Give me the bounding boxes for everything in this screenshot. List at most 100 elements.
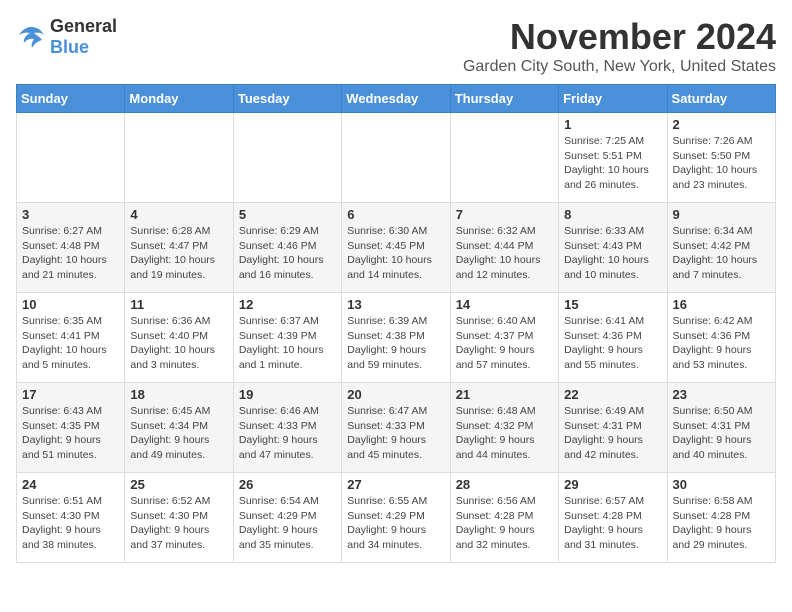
calendar-cell: 26 Sunrise: 6:54 AM Sunset: 4:29 PM Dayli… [233,473,341,563]
day-info: Sunrise: 6:39 AM Sunset: 4:38 PM Dayligh… [347,314,444,373]
calendar-cell: 7Sunrise: 6:32 AM Sunset: 4:44 PM Daylig… [450,203,558,293]
logo-bird-icon [16,25,46,49]
day-info: Sunrise: 6:37 AM Sunset: 4:39 PM Dayligh… [239,314,336,373]
calendar-cell: 20 Sunrise: 6:47 AM Sunset: 4:33 PM Dayli… [342,383,450,473]
calendar-cell: 16 Sunrise: 6:42 AM Sunset: 4:36 PM Dayli… [667,293,775,383]
day-number: 16 [673,297,770,312]
day-number: 14 [456,297,553,312]
day-info: Sunrise: 6:29 AM Sunset: 4:46 PM Dayligh… [239,224,336,283]
day-number: 20 [347,387,444,402]
day-info: Sunrise: 6:54 AM Sunset: 4:29 PM Dayligh… [239,494,336,553]
calendar-cell: 21 Sunrise: 6:48 AM Sunset: 4:32 PM Dayli… [450,383,558,473]
day-info: Sunrise: 6:49 AM Sunset: 4:31 PM Dayligh… [564,404,661,463]
day-number: 11 [130,297,227,312]
calendar-cell: 13 Sunrise: 6:39 AM Sunset: 4:38 PM Dayli… [342,293,450,383]
weekday-header-saturday: Saturday [667,85,775,113]
calendar-cell: 25Sunrise: 6:52 AM Sunset: 4:30 PM Dayli… [125,473,233,563]
day-number: 24 [22,477,119,492]
day-info: Sunrise: 6:27 AM Sunset: 4:48 PM Dayligh… [22,224,119,283]
day-number: 9 [673,207,770,222]
day-number: 21 [456,387,553,402]
day-info: Sunrise: 6:36 AM Sunset: 4:40 PM Dayligh… [130,314,227,373]
weekday-header-thursday: Thursday [450,85,558,113]
calendar-week-2: 3 Sunrise: 6:27 AM Sunset: 4:48 PM Daylig… [17,203,776,293]
weekday-header-monday: Monday [125,85,233,113]
calendar-cell: 9 Sunrise: 6:34 AM Sunset: 4:42 PM Daylig… [667,203,775,293]
logo-blue-text: Blue [50,37,89,57]
calendar-cell [17,113,125,203]
day-info: Sunrise: 6:42 AM Sunset: 4:36 PM Dayligh… [673,314,770,373]
day-number: 7 [456,207,553,222]
header: General Blue November 2024 Garden City S… [16,16,776,76]
day-info: Sunrise: 6:34 AM Sunset: 4:42 PM Dayligh… [673,224,770,283]
calendar-cell: 30Sunrise: 6:58 AM Sunset: 4:28 PM Dayli… [667,473,775,563]
calendar-cell: 15Sunrise: 6:41 AM Sunset: 4:36 PM Dayli… [559,293,667,383]
calendar-cell: 18Sunrise: 6:45 AM Sunset: 4:34 PM Dayli… [125,383,233,473]
calendar-cell: 23 Sunrise: 6:50 AM Sunset: 4:31 PM Dayli… [667,383,775,473]
day-info: Sunrise: 6:40 AM Sunset: 4:37 PM Dayligh… [456,314,553,373]
day-number: 23 [673,387,770,402]
day-number: 1 [564,117,661,132]
calendar-table: SundayMondayTuesdayWednesdayThursdayFrid… [16,84,776,563]
day-number: 2 [673,117,770,132]
day-number: 13 [347,297,444,312]
day-info: Sunrise: 6:35 AM Sunset: 4:41 PM Dayligh… [22,314,119,373]
day-number: 17 [22,387,119,402]
logo: General Blue [16,16,117,58]
calendar-week-4: 17Sunrise: 6:43 AM Sunset: 4:35 PM Dayli… [17,383,776,473]
calendar-cell: 2 Sunrise: 7:26 AM Sunset: 5:50 PM Daylig… [667,113,775,203]
calendar-cell [342,113,450,203]
day-info: Sunrise: 6:48 AM Sunset: 4:32 PM Dayligh… [456,404,553,463]
title-area: November 2024 Garden City South, New Yor… [463,16,776,76]
calendar-cell: 14 Sunrise: 6:40 AM Sunset: 4:37 PM Dayli… [450,293,558,383]
calendar-cell: 4 Sunrise: 6:28 AM Sunset: 4:47 PM Daylig… [125,203,233,293]
calendar-cell [125,113,233,203]
day-number: 27 [347,477,444,492]
calendar-cell: 28 Sunrise: 6:56 AM Sunset: 4:28 PM Dayli… [450,473,558,563]
day-info: Sunrise: 6:46 AM Sunset: 4:33 PM Dayligh… [239,404,336,463]
day-number: 3 [22,207,119,222]
month-title: November 2024 [463,16,776,58]
day-number: 25 [130,477,227,492]
calendar-cell: 22 Sunrise: 6:49 AM Sunset: 4:31 PM Dayli… [559,383,667,473]
day-info: Sunrise: 6:47 AM Sunset: 4:33 PM Dayligh… [347,404,444,463]
day-info: Sunrise: 6:55 AM Sunset: 4:29 PM Dayligh… [347,494,444,553]
calendar-cell: 10 Sunrise: 6:35 AM Sunset: 4:41 PM Dayli… [17,293,125,383]
day-info: Sunrise: 7:26 AM Sunset: 5:50 PM Dayligh… [673,134,770,193]
day-number: 30 [673,477,770,492]
day-info: Sunrise: 6:33 AM Sunset: 4:43 PM Dayligh… [564,224,661,283]
calendar-cell: 11 Sunrise: 6:36 AM Sunset: 4:40 PM Dayli… [125,293,233,383]
day-number: 10 [22,297,119,312]
day-number: 26 [239,477,336,492]
logo-general-text: General [50,16,117,36]
day-number: 12 [239,297,336,312]
day-info: Sunrise: 6:50 AM Sunset: 4:31 PM Dayligh… [673,404,770,463]
day-number: 4 [130,207,227,222]
calendar-cell: 6Sunrise: 6:30 AM Sunset: 4:45 PM Daylig… [342,203,450,293]
day-number: 15 [564,297,661,312]
calendar-week-1: 1Sunrise: 7:25 AM Sunset: 5:51 PM Daylig… [17,113,776,203]
calendar-cell: 5 Sunrise: 6:29 AM Sunset: 4:46 PM Daylig… [233,203,341,293]
calendar-cell: 12 Sunrise: 6:37 AM Sunset: 4:39 PM Dayli… [233,293,341,383]
calendar-cell [233,113,341,203]
day-info: Sunrise: 6:56 AM Sunset: 4:28 PM Dayligh… [456,494,553,553]
day-info: Sunrise: 6:30 AM Sunset: 4:45 PM Dayligh… [347,224,444,283]
calendar-cell: 29Sunrise: 6:57 AM Sunset: 4:28 PM Dayli… [559,473,667,563]
day-info: Sunrise: 6:45 AM Sunset: 4:34 PM Dayligh… [130,404,227,463]
day-info: Sunrise: 6:57 AM Sunset: 4:28 PM Dayligh… [564,494,661,553]
weekday-header-friday: Friday [559,85,667,113]
weekday-header-tuesday: Tuesday [233,85,341,113]
calendar-cell: 27 Sunrise: 6:55 AM Sunset: 4:29 PM Dayli… [342,473,450,563]
calendar-cell [450,113,558,203]
day-number: 5 [239,207,336,222]
day-number: 22 [564,387,661,402]
calendar-cell: 3 Sunrise: 6:27 AM Sunset: 4:48 PM Daylig… [17,203,125,293]
calendar-cell: 19 Sunrise: 6:46 AM Sunset: 4:33 PM Dayli… [233,383,341,473]
day-number: 19 [239,387,336,402]
calendar-cell: 1Sunrise: 7:25 AM Sunset: 5:51 PM Daylig… [559,113,667,203]
day-info: Sunrise: 6:51 AM Sunset: 4:30 PM Dayligh… [22,494,119,553]
day-info: Sunrise: 6:28 AM Sunset: 4:47 PM Dayligh… [130,224,227,283]
calendar-cell: 8Sunrise: 6:33 AM Sunset: 4:43 PM Daylig… [559,203,667,293]
day-number: 28 [456,477,553,492]
calendar-week-3: 10 Sunrise: 6:35 AM Sunset: 4:41 PM Dayli… [17,293,776,383]
